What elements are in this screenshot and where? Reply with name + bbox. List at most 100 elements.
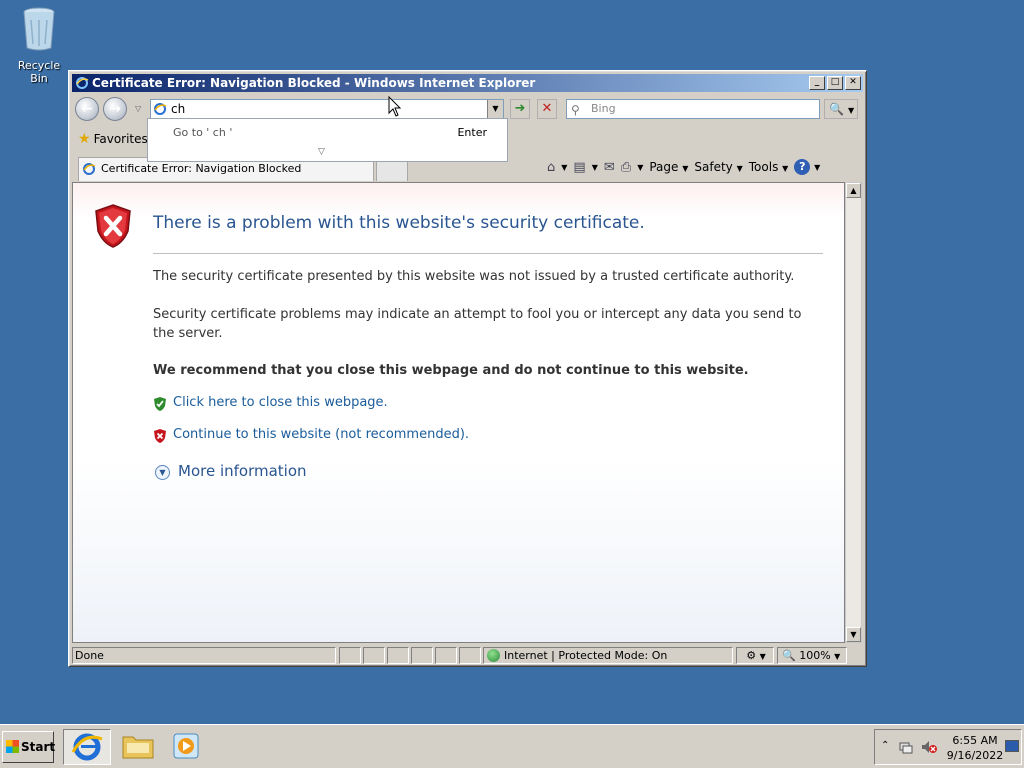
red-shield-icon bbox=[154, 429, 166, 443]
start-button[interactable]: Start bbox=[2, 731, 56, 763]
zoom-button[interactable]: 🔍 100% ▼ bbox=[777, 647, 847, 664]
safety-menu-button[interactable]: Safety ▼ bbox=[694, 160, 742, 174]
status-cell bbox=[339, 647, 361, 664]
recycle-bin-desktop-icon[interactable]: Recycle Bin bbox=[8, 6, 70, 85]
expand-chevron-icon: ▼ bbox=[155, 465, 170, 480]
status-cell bbox=[387, 647, 409, 664]
recommendation-text: We recommend that you close this webpage… bbox=[153, 363, 749, 378]
forward-button[interactable]: → bbox=[103, 97, 127, 121]
status-cell bbox=[363, 647, 385, 664]
search-button[interactable]: 🔍 ▼ bbox=[824, 99, 858, 119]
clock-time: 6:55 AM bbox=[952, 734, 998, 747]
vertical-scrollbar[interactable]: ▲ ▼ bbox=[845, 182, 862, 643]
star-icon: ★ bbox=[78, 131, 91, 147]
more-information-toggle[interactable]: ▼ More information bbox=[155, 462, 307, 480]
zoom-icon: 🔍 bbox=[782, 649, 796, 662]
safety-menu-label: Safety bbox=[694, 160, 733, 174]
address-dropdown-button[interactable]: ▼ bbox=[487, 100, 503, 118]
enter-hint: Enter bbox=[457, 126, 487, 139]
expand-suggestions-icon[interactable]: ▽ bbox=[318, 147, 325, 157]
home-chevron-icon[interactable]: ▼ bbox=[561, 163, 567, 172]
title-bar[interactable]: Certificate Error: Navigation Blocked - … bbox=[72, 74, 863, 92]
status-cell bbox=[435, 647, 457, 664]
taskbar-internet-explorer[interactable] bbox=[63, 729, 111, 765]
address-input[interactable]: ch bbox=[171, 102, 185, 116]
recycle-bin-icon bbox=[23, 7, 55, 51]
help-button[interactable]: ? ▼ bbox=[794, 159, 820, 175]
window-title: Certificate Error: Navigation Blocked - … bbox=[92, 76, 536, 90]
favorites-label: Favorites bbox=[93, 132, 148, 146]
volume-muted-icon[interactable] bbox=[921, 740, 937, 754]
protected-mode-button[interactable]: ⚙ ▼ bbox=[736, 647, 774, 664]
page-menu-label: Page bbox=[649, 160, 679, 174]
search-field-icon: ⚲ bbox=[571, 103, 580, 117]
tools-menu-label: Tools bbox=[748, 160, 779, 174]
go-to-suggestion[interactable]: Go to ' ch ' bbox=[173, 126, 232, 139]
green-shield-icon bbox=[154, 397, 166, 411]
security-zone-label: Internet | Protected Mode: On bbox=[504, 649, 668, 662]
windows-logo-icon bbox=[6, 740, 19, 753]
search-placeholder: Bing bbox=[591, 102, 616, 115]
clock-date: 9/16/2022 bbox=[946, 749, 1004, 762]
maximize-button[interactable]: □ bbox=[827, 76, 843, 90]
close-webpage-link[interactable]: Click here to close this webpage. bbox=[153, 395, 388, 411]
go-button[interactable]: ➜ bbox=[510, 99, 530, 119]
feeds-chevron-icon[interactable]: ▼ bbox=[592, 163, 598, 172]
media-player-icon bbox=[173, 733, 199, 759]
minimize-button[interactable]: _ bbox=[809, 76, 825, 90]
start-label: Start bbox=[21, 740, 56, 754]
show-hidden-icons-button[interactable]: ⌃ bbox=[881, 740, 889, 751]
scroll-down-button[interactable]: ▼ bbox=[846, 627, 861, 642]
address-bar[interactable]: ch ▼ bbox=[150, 99, 504, 119]
search-box[interactable]: ⚲ Bing bbox=[566, 99, 820, 119]
back-button[interactable]: ← bbox=[75, 97, 99, 121]
taskbar-media-player[interactable] bbox=[166, 729, 214, 765]
page-menu-button[interactable]: Page ▼ bbox=[649, 160, 688, 174]
globe-icon bbox=[487, 649, 500, 662]
red-shield-error-icon bbox=[95, 204, 131, 248]
error-heading: There is a problem with this website's s… bbox=[153, 213, 645, 233]
security-zone[interactable]: Internet | Protected Mode: On bbox=[483, 647, 733, 664]
mouse-cursor-icon bbox=[388, 96, 402, 117]
continue-website-label: Continue to this website (not recommende… bbox=[173, 427, 470, 442]
network-icon[interactable] bbox=[899, 740, 913, 754]
status-text: Done bbox=[72, 647, 336, 664]
address-autocomplete-dropdown: Go to ' ch ' Enter ▽ bbox=[147, 118, 508, 162]
stop-button[interactable]: ✕ bbox=[537, 99, 557, 119]
tools-menu-button[interactable]: Tools ▼ bbox=[749, 160, 789, 174]
more-information-label: More information bbox=[178, 462, 307, 480]
feeds-icon[interactable]: ▤ bbox=[573, 160, 585, 175]
taskbar: Start ⌃ 6:55 AM 9/16/2022 bbox=[0, 724, 1024, 768]
scroll-up-button[interactable]: ▲ bbox=[846, 183, 861, 198]
continue-website-link[interactable]: Continue to this website (not recommende… bbox=[153, 427, 470, 443]
taskbar-windows-explorer[interactable] bbox=[115, 729, 163, 765]
close-webpage-label: Click here to close this webpage. bbox=[173, 395, 388, 410]
page-ie-icon bbox=[154, 103, 167, 115]
show-desktop-button[interactable] bbox=[1005, 740, 1019, 752]
home-icon[interactable]: ⌂ bbox=[547, 160, 555, 175]
internet-explorer-icon bbox=[71, 733, 103, 761]
close-window-button[interactable]: ✕ bbox=[845, 76, 861, 90]
print-icon[interactable]: ⎙ bbox=[621, 160, 631, 175]
folder-icon bbox=[122, 736, 154, 759]
help-icon: ? bbox=[794, 159, 811, 175]
favorites-button[interactable]: ★ Favorites bbox=[78, 131, 148, 147]
system-tray: ⌃ 6:55 AM 9/16/2022 bbox=[874, 729, 1022, 765]
tab-ie-icon bbox=[83, 163, 96, 175]
certificate-explanation: The security certificate presented by th… bbox=[153, 269, 795, 284]
recycle-bin-label: Recycle Bin bbox=[17, 59, 61, 85]
command-bar: ⌂ ▼ ▤ ▼ ✉ ⎙ ▼ Page ▼ Safety ▼ Tools ▼ ? ▼ bbox=[547, 159, 820, 175]
print-chevron-icon[interactable]: ▼ bbox=[637, 163, 643, 172]
zoom-level: 100% bbox=[799, 649, 831, 662]
status-cell bbox=[411, 647, 433, 664]
search-options-chevron-icon[interactable]: ▼ bbox=[848, 106, 854, 115]
ie-logo-icon bbox=[76, 77, 89, 89]
lock-settings-icon: ⚙ bbox=[746, 649, 757, 662]
clock[interactable]: 6:55 AM 9/16/2022 bbox=[945, 733, 1005, 763]
status-cell bbox=[459, 647, 481, 664]
security-warning-text: Security certificate problems may indica… bbox=[153, 307, 802, 341]
recent-pages-chevron-icon[interactable]: ▽ bbox=[135, 104, 141, 113]
heading-divider bbox=[153, 253, 823, 254]
mail-icon[interactable]: ✉ bbox=[604, 160, 615, 175]
status-bar: Done Internet | Protected Mode: On ⚙ ▼ 🔍… bbox=[72, 646, 863, 665]
